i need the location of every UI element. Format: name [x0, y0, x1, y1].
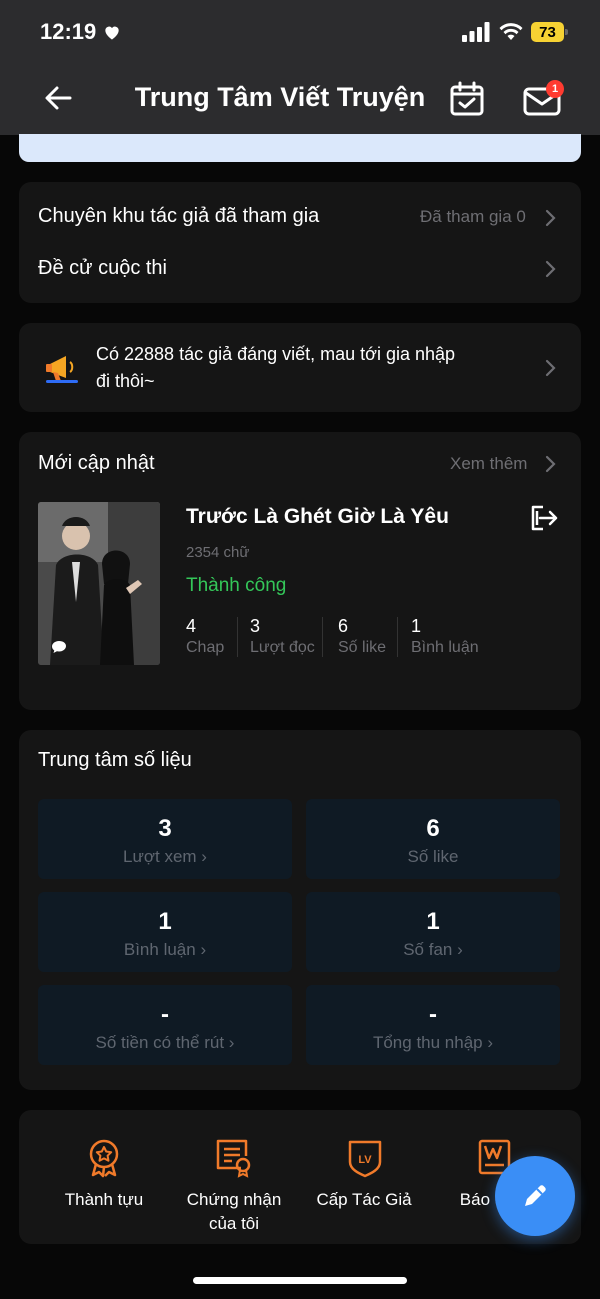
mail-badge: 1 — [546, 80, 564, 98]
pencil-icon — [525, 1185, 546, 1206]
svg-text:LV: LV — [358, 1154, 372, 1166]
joined-zone-value: Đã tham gia 0 — [420, 207, 526, 226]
medal-icon — [89, 1139, 119, 1178]
data-center-card: Trung tâm số liệu 3 Lượt xem › 6 Số like… — [19, 730, 581, 1090]
joined-zone-label[interactable]: Chuyên khu tác giả đã tham gia — [38, 205, 319, 228]
home-indicator[interactable] — [193, 1277, 407, 1284]
back-arrow-icon[interactable] — [40, 80, 76, 116]
chevron-right-icon[interactable] — [543, 454, 557, 474]
story-cover-image[interactable] — [38, 502, 160, 665]
level-badge-icon: LV — [348, 1140, 382, 1178]
chevron-right-icon[interactable] — [543, 358, 557, 378]
megaphone-icon — [46, 356, 78, 383]
story-title[interactable]: Trước Là Ghét Giờ Là Yêu — [186, 505, 449, 529]
stat-reads-label: Lượt đọc — [250, 639, 315, 656]
stat-comments-label: Bình luận — [411, 639, 479, 656]
chevron-right-icon: › — [201, 847, 207, 866]
recent-updates-card: Mới cập nhật Xem thêm Trước Là Ghét Giờ … — [19, 432, 581, 710]
promo-text-line1: Có 22888 tác giả đáng viết, mau tới gia … — [96, 344, 456, 364]
chevron-right-icon: › — [200, 940, 207, 959]
tile-withdrawable[interactable]: - Số tiền có thể rút › — [38, 985, 292, 1065]
stat-chap-value: 4 — [186, 616, 197, 636]
chevron-right-icon: › — [457, 940, 463, 959]
tile-likes: 6 Số like — [306, 799, 560, 879]
heart-icon — [105, 26, 119, 40]
status-badge: Thành công — [186, 575, 287, 596]
stat-likes-value: 6 — [338, 616, 349, 636]
tile-total-income[interactable]: - Tổng thu nhập › — [306, 985, 560, 1065]
section-heading: Trung tâm số liệu — [38, 749, 192, 771]
status-time: 12:19 — [40, 19, 122, 45]
tile-comments[interactable]: 1 Bình luận › — [38, 892, 292, 972]
chevron-right-icon: › — [487, 1033, 494, 1052]
tool-author-level[interactable]: Cấp Tác Giả — [299, 1188, 429, 1212]
signal-icon — [462, 22, 490, 42]
tile-views[interactable]: 3 Lượt xem › — [38, 799, 292, 879]
write-story-button[interactable] — [495, 1156, 575, 1236]
battery-icon: 73 — [531, 22, 569, 42]
promo-card[interactable]: Có 22888 tác giả đáng viết, mau tới gia … — [19, 323, 581, 412]
stat-chap-label: Chap — [186, 639, 225, 656]
export-icon[interactable] — [529, 504, 559, 532]
tool-my-certificates[interactable]: Chứng nhận của tôi — [159, 1188, 309, 1236]
wifi-icon — [499, 23, 523, 40]
story-word-count: 2354 chữ — [186, 544, 250, 561]
app-header: 12:19 73 Trung Tâm Viết Truyện 1 — [0, 0, 600, 135]
nominate-contest-label[interactable]: Đề cử cuộc thi — [38, 257, 167, 280]
see-more-link[interactable]: Xem thêm — [450, 454, 527, 474]
section-heading: Mới cập nhật — [38, 452, 155, 474]
chevron-right-icon[interactable] — [543, 208, 557, 228]
stat-likes-label: Số like — [338, 639, 387, 656]
banner[interactable] — [19, 134, 581, 162]
stat-comments-value: 1 — [411, 616, 422, 636]
chevron-right-icon: › — [228, 1033, 235, 1052]
status-bar: 12:19 73 — [0, 0, 600, 64]
chevron-right-icon[interactable] — [543, 259, 557, 279]
page-title: Trung Tâm Viết Truyện — [134, 82, 426, 112]
calendar-icon[interactable] — [448, 80, 486, 118]
certificate-icon — [216, 1139, 251, 1178]
promo-text-line2: đi thôi~ — [96, 371, 155, 391]
tools-card: Thành tựu Chứng nhận của tôi LV Cấp Tác … — [19, 1110, 581, 1244]
comment-bubble-icon — [52, 641, 66, 653]
zone-card: Chuyên khu tác giả đã tham gia Đã tham g… — [19, 182, 581, 303]
stat-reads-value: 3 — [250, 616, 261, 636]
tile-fans[interactable]: 1 Số fan › — [306, 892, 560, 972]
